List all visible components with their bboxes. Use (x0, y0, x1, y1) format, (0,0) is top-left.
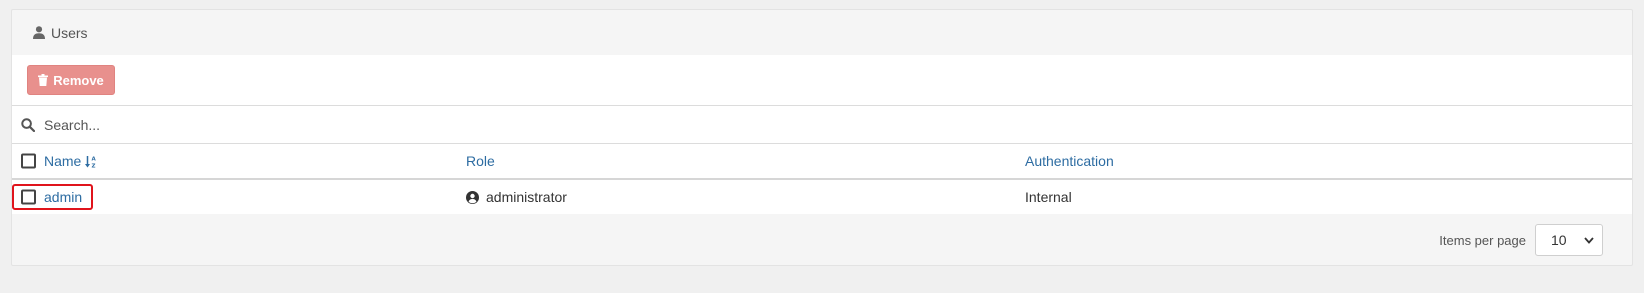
remove-label: Remove (53, 72, 104, 88)
select-all-checkbox[interactable] (21, 153, 36, 169)
search-bar (12, 106, 1632, 144)
users-panel: Users Remove Name A Z (11, 9, 1633, 266)
items-per-page-select[interactable]: 10 (1535, 224, 1603, 256)
items-per-page-value: 10 (1551, 232, 1567, 248)
user-icon (33, 26, 45, 39)
column-header-name[interactable]: Name A Z (44, 153, 97, 169)
user-circle-icon (466, 190, 479, 204)
svg-text:Z: Z (92, 163, 96, 168)
trash-icon (38, 74, 49, 86)
search-input[interactable] (44, 116, 844, 133)
remove-button[interactable]: Remove (27, 65, 115, 95)
table-row: admin administrator Internal (12, 180, 1632, 214)
column-name-label: Name (44, 153, 82, 169)
actions-bar: Remove (12, 55, 1632, 106)
authentication-value: Internal (1025, 189, 1072, 205)
search-icon (21, 117, 35, 132)
user-name-link[interactable]: admin (44, 189, 82, 205)
svg-text:A: A (92, 156, 97, 162)
column-header-role[interactable]: Role (466, 153, 495, 169)
pagination-footer: Items per page 10 (12, 214, 1632, 266)
table-header: Name A Z Role Authentication (12, 144, 1632, 180)
sort-alpha-down-icon: A Z (85, 155, 97, 168)
row-checkbox[interactable] (21, 189, 36, 205)
role-value: administrator (486, 189, 567, 205)
items-per-page-label: Items per page (1439, 232, 1526, 248)
panel-title: Users (51, 24, 88, 41)
chevron-down-icon (1584, 236, 1594, 244)
column-header-authentication[interactable]: Authentication (1025, 153, 1114, 169)
role-cell: administrator (466, 189, 567, 205)
panel-header: Users (12, 10, 1632, 55)
